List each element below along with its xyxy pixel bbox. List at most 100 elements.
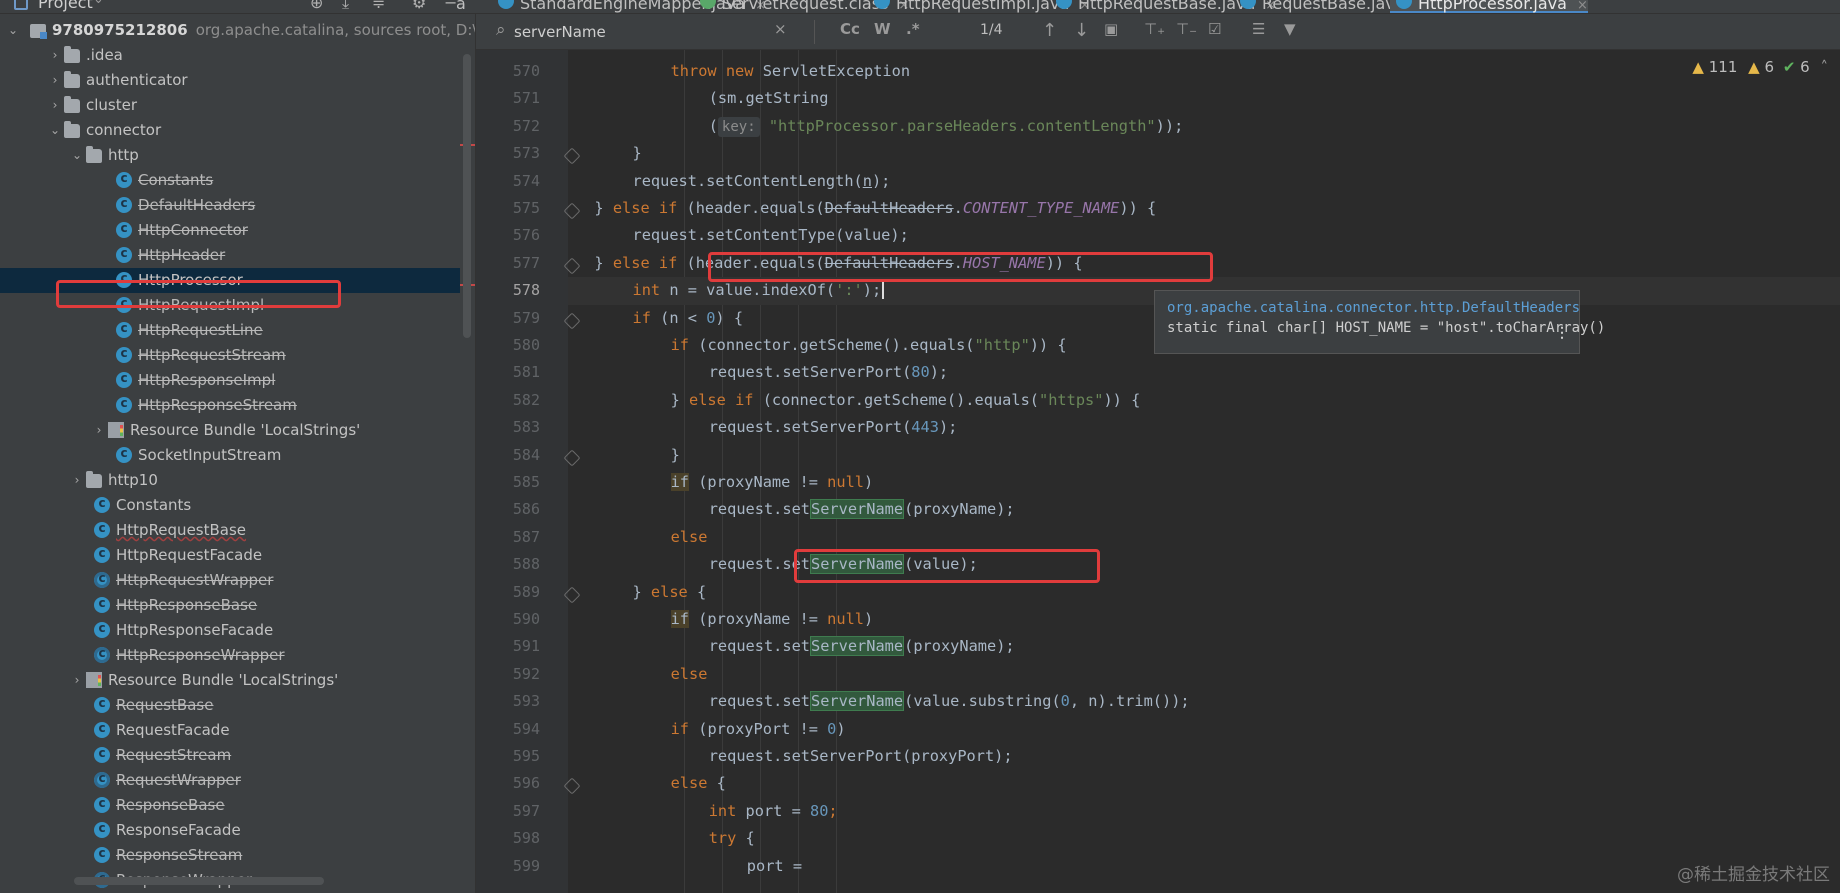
code-line[interactable]: if (proxyName != null)	[568, 469, 1840, 496]
tab-httpprocessor-java[interactable]: HttpProcessor.java ×	[1390, 0, 1588, 13]
problems-indicator[interactable]: ▲ 111 ▲ 6 ✔ 6 ˄	[1692, 58, 1828, 76]
code-line[interactable]: request.setServerName(value);	[568, 551, 1840, 578]
code-line[interactable]: request.setContentType(value);	[568, 222, 1840, 249]
code-editor[interactable]: ⌕ × Cc W .* 1/4 ↑ ↓ ▣ ⊤₊ ⊤₋ ☑ ☰ ▼ 570 571…	[476, 14, 1840, 893]
code-line[interactable]: else {	[568, 770, 1840, 797]
code-line[interactable]: } else if (header.equals(DefaultHeaders.…	[568, 195, 1840, 222]
close-icon[interactable]: ×	[1577, 0, 1588, 13]
tree-item[interactable]: HttpRequestStream	[0, 341, 460, 368]
code-area[interactable]: throw new ServletException (sm.getString (…	[568, 50, 1840, 893]
whole-words-toggle[interactable]: W	[874, 20, 891, 38]
down-arrow-icon[interactable]: ↓	[1074, 20, 1089, 41]
search-input[interactable]	[514, 21, 774, 43]
more-options-icon[interactable]: ⋮	[1555, 325, 1569, 341]
remove-occurrence-icon[interactable]: ⊤₋	[1176, 20, 1197, 38]
tree-item[interactable]: HttpRequestWrapper	[0, 566, 460, 593]
code-line[interactable]: else	[568, 661, 1840, 688]
clear-search-icon[interactable]: ×	[774, 20, 787, 38]
code-line[interactable]: try {	[568, 825, 1840, 852]
up-arrow-icon[interactable]: ↑	[1042, 20, 1057, 41]
tree-item[interactable]: › Resource Bundle 'LocalStrings'	[0, 418, 460, 443]
tree-item[interactable]: HttpResponseBase	[0, 591, 460, 618]
tree-item[interactable]: RequestStream	[0, 741, 460, 768]
code-line[interactable]: throw new ServletException	[568, 58, 1840, 85]
chevron-down-icon[interactable]: ⌄	[48, 118, 62, 143]
multiline-icon[interactable]: ☰	[1252, 20, 1265, 38]
match-case-toggle[interactable]: Cc	[840, 20, 860, 38]
tree-item[interactable]: HttpRequestBase	[0, 516, 460, 543]
tree-item[interactable]: HttpConnector	[0, 216, 460, 243]
tree-horizontal-scrollbar[interactable]	[74, 877, 324, 885]
chevron-right-icon[interactable]: ›	[70, 468, 84, 493]
project-tree[interactable]: ⌄ 9780975212806 org.apache.catalina, sour…	[0, 14, 476, 893]
chevron-up-icon[interactable]: ˄	[1821, 58, 1829, 76]
code-line[interactable]: if (proxyPort != 0)	[568, 716, 1840, 743]
chevron-right-icon[interactable]: ›	[92, 418, 106, 443]
tree-item[interactable]: ⌄ connector	[0, 118, 460, 143]
expand-all-icon[interactable]: ≑	[372, 0, 385, 12]
tooltip-path[interactable]: org.apache.catalina.connector.http.Defau…	[1167, 300, 1580, 316]
code-line[interactable]: request.setServerName(proxyName);	[568, 496, 1840, 523]
code-line[interactable]: int port = 80;	[568, 798, 1840, 825]
code-line[interactable]: request.setContentLength(n);	[568, 168, 1840, 195]
tree-item[interactable]: HttpRequestFacade	[0, 541, 460, 568]
tree-vertical-scrollbar[interactable]	[463, 54, 471, 338]
tree-item[interactable]: HttpResponseImpl	[0, 366, 460, 393]
code-line[interactable]: request.setServerPort(443);	[568, 414, 1840, 441]
chevron-down-icon[interactable]: ⌄	[6, 18, 20, 43]
code-line[interactable]: (key: "httpProcessor.parseHeaders.conten…	[568, 113, 1840, 140]
chevron-right-icon[interactable]: ›	[48, 43, 62, 68]
tree-item[interactable]: Constants	[0, 491, 460, 518]
locate-icon[interactable]: ⊕	[310, 0, 323, 12]
ok-count: 6	[1800, 58, 1810, 76]
chevron-down-icon[interactable]: ⌄	[93, 0, 104, 7]
select-all-icon[interactable]: ▣	[1104, 20, 1118, 38]
collapse-all-icon[interactable]: ⤓	[342, 0, 349, 13]
tree-item[interactable]: › http10	[0, 468, 460, 493]
code-line[interactable]: (sm.getString	[568, 85, 1840, 112]
code-line[interactable]: request.setServerPort(80);	[568, 359, 1840, 386]
filter-icon[interactable]: ▼	[1284, 20, 1296, 38]
tree-item[interactable]: HttpResponseStream	[0, 391, 460, 418]
project-panel-header[interactable]: Project ⌄ ⊕ ⤓ ≑ ⚙ −	[0, 0, 476, 13]
code-line[interactable]: port =	[568, 853, 1840, 880]
code-line[interactable]: }	[568, 442, 1840, 469]
tab-a[interactable]: a	[456, 0, 466, 13]
tree-item[interactable]: RequestWrapper	[0, 766, 460, 793]
tree-root[interactable]: ⌄ 9780975212806 org.apache.catalina, sour…	[0, 18, 475, 43]
tree-item[interactable]: DefaultHeaders	[0, 191, 460, 218]
add-occurrence-icon[interactable]: ⊤₊	[1144, 20, 1165, 38]
chevron-down-icon[interactable]: ⌄	[70, 143, 84, 168]
regex-toggle[interactable]: .*	[906, 20, 920, 38]
tree-item[interactable]: SocketInputStream	[0, 441, 460, 468]
code-line[interactable]: } else if (connector.getScheme().equals(…	[568, 387, 1840, 414]
code-line[interactable]: else	[568, 524, 1840, 551]
code-line[interactable]: request.setServerName(value.substring(0,…	[568, 688, 1840, 715]
tree-item[interactable]: HttpRequestLine	[0, 316, 460, 343]
code-line[interactable]: if (proxyName != null)	[568, 606, 1840, 633]
gear-icon[interactable]: ⚙	[412, 0, 426, 12]
tree-item[interactable]: › authenticator	[0, 68, 460, 93]
chevron-right-icon[interactable]: ›	[70, 668, 84, 693]
toggle-occurrence-icon[interactable]: ☑	[1208, 20, 1221, 38]
tree-item[interactable]: Constants	[0, 166, 460, 193]
code-line[interactable]: request.setServerName(proxyName);	[568, 633, 1840, 660]
tree-item[interactable]: HttpHeader	[0, 241, 460, 268]
tree-item[interactable]: ResponseFacade	[0, 816, 460, 843]
tree-item[interactable]: › cluster	[0, 93, 460, 118]
tree-item[interactable]: RequestFacade	[0, 716, 460, 743]
tree-item[interactable]: ResponseStream	[0, 841, 460, 868]
chevron-right-icon[interactable]: ›	[48, 93, 62, 118]
tree-item[interactable]: HttpResponseFacade	[0, 616, 460, 643]
tree-item[interactable]: ⌄ http	[0, 143, 460, 168]
tree-item[interactable]: RequestBase	[0, 691, 460, 718]
chevron-right-icon[interactable]: ›	[48, 68, 62, 93]
code-line[interactable]: } else {	[568, 579, 1840, 606]
code-line[interactable]: }	[568, 140, 1840, 167]
code-line[interactable]: request.setServerPort(proxyPort);	[568, 743, 1840, 770]
tree-item[interactable]: › Resource Bundle 'LocalStrings'	[0, 668, 460, 693]
tree-item[interactable]: HttpResponseWrapper	[0, 641, 460, 668]
tree-item[interactable]: ResponseBase	[0, 791, 460, 818]
search-icon[interactable]: ⌕	[496, 20, 506, 40]
tree-item[interactable]: › .idea	[0, 43, 460, 68]
